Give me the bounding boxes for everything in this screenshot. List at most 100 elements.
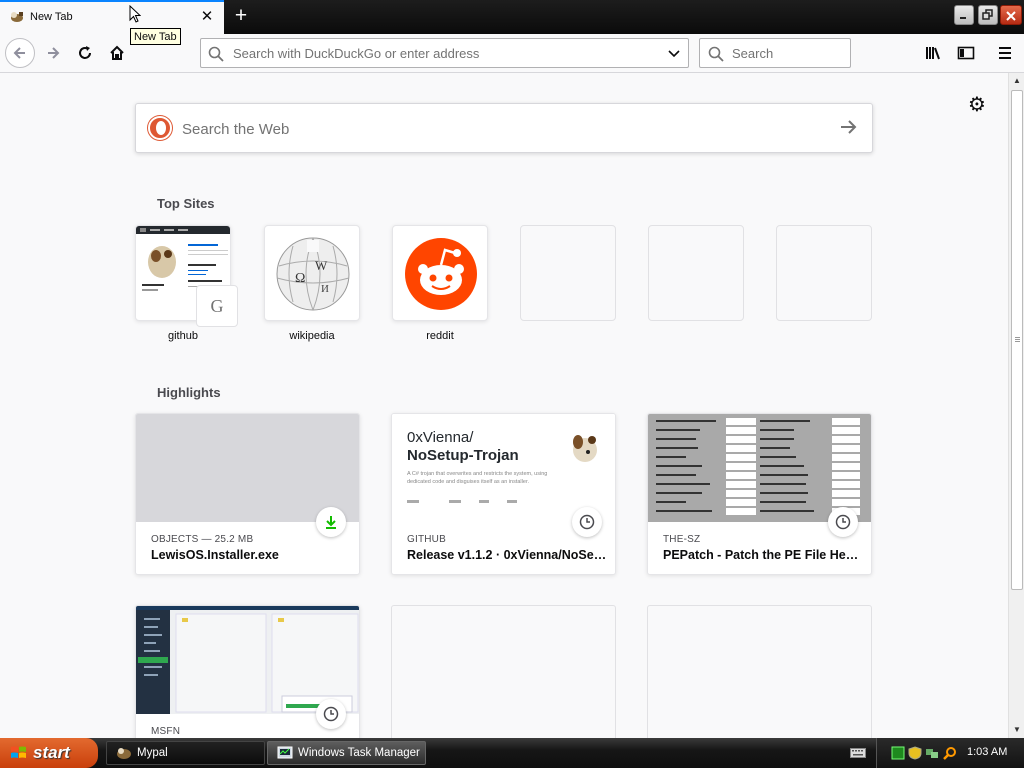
new-tab-page: ⚙ Top Sites G github Ω W И wikipedia: [0, 73, 1008, 738]
home-icon: [110, 45, 124, 60]
library-button[interactable]: [919, 38, 949, 68]
new-tab-button[interactable]: +: [229, 4, 253, 28]
dog-avatar-icon: [573, 435, 597, 462]
top-site-empty[interactable]: [776, 225, 872, 321]
tab-title: New Tab: [30, 11, 73, 23]
highlight-title: Release v1.1.2 · 0xVienna/NoSetup-Trojan: [407, 548, 607, 562]
web-search-box[interactable]: [135, 103, 873, 153]
clock[interactable]: 1:03 AM: [967, 746, 1007, 758]
taskbar-item-mypal[interactable]: Mypal: [106, 741, 265, 765]
top-site-wikipedia[interactable]: Ω W И: [264, 225, 360, 321]
highlight-title: PEPatch - Patch the PE File Headers: [663, 548, 863, 562]
window-close-button[interactable]: [1000, 5, 1022, 25]
menu-button[interactable]: [990, 38, 1020, 68]
restore-button[interactable]: [978, 5, 998, 25]
gear-icon[interactable]: ⚙: [966, 94, 988, 116]
tab-tooltip: New Tab: [130, 28, 181, 45]
back-arrow-icon: [13, 47, 25, 59]
highlight-title: LewisOS.Installer.exe: [151, 548, 279, 562]
taskbar-item-label: Windows Task Manager: [298, 747, 420, 759]
highlight-card[interactable]: MSFN: [135, 605, 360, 738]
vertical-scrollbar[interactable]: ▲ ▼: [1008, 73, 1024, 738]
task-manager-icon: [277, 746, 293, 759]
forward-arrow-icon: [48, 47, 60, 59]
top-site-empty[interactable]: [520, 225, 616, 321]
highlight-card-empty: [647, 605, 872, 738]
clock-icon: [316, 699, 346, 729]
dog-favicon-icon: [11, 12, 23, 22]
highlight-card[interactable]: 0xVienna/ NoSetup-Trojan A C# trojan tha…: [391, 413, 616, 575]
highlight-thumbnail: 0xVienna/ NoSetup-Trojan A C# trojan tha…: [392, 414, 615, 522]
address-bar[interactable]: [200, 38, 689, 68]
highlight-card[interactable]: OBJECTS — 25.2 MB LewisOS.Installer.exe: [135, 413, 360, 575]
svg-text:W: W: [315, 258, 328, 273]
web-search-input[interactable]: [182, 119, 802, 139]
duckduckgo-logo-icon: [148, 116, 172, 140]
download-icon: [316, 507, 346, 537]
thumbnail-repo-description: A C# trojan that overwrites and restrict…: [407, 471, 548, 485]
search-icon: [208, 46, 224, 62]
thumbnail-stats: [407, 500, 517, 503]
start-button[interactable]: start: [0, 738, 98, 768]
top-sites-heading: Top Sites: [157, 196, 215, 211]
reload-button[interactable]: [70, 38, 100, 68]
highlight-card[interactable]: THE-SZ PEPatch - Patch the PE File Heade…: [647, 413, 872, 575]
search-input[interactable]: [732, 44, 842, 62]
home-button[interactable]: [102, 38, 132, 68]
search-icon: [708, 46, 724, 62]
reddit-logo-icon: [405, 238, 477, 310]
thumbnail-repo-owner: 0xVienna/: [407, 429, 474, 446]
mouse-cursor-icon: [129, 5, 141, 23]
highlight-context: GITHUB: [407, 534, 446, 545]
back-button[interactable]: [5, 38, 35, 68]
sidebar-icon: [957, 46, 975, 60]
sidebar-button[interactable]: [951, 38, 981, 68]
dog-app-icon: [117, 748, 131, 759]
start-label: start: [33, 743, 70, 762]
windows-logo-icon: [11, 746, 26, 758]
network-icon[interactable]: [925, 746, 939, 760]
scroll-down-icon[interactable]: ▼: [1009, 722, 1024, 738]
top-site-label-reddit: reddit: [426, 330, 454, 342]
highlights-heading: Highlights: [157, 385, 221, 400]
chevron-down-icon[interactable]: [667, 46, 681, 60]
top-site-empty[interactable]: [648, 225, 744, 321]
hamburger-menu-icon: [999, 47, 1011, 59]
clock-icon: [572, 507, 602, 537]
shield-icon[interactable]: [908, 746, 922, 760]
top-site-label-wikipedia: wikipedia: [289, 330, 335, 342]
thumbnail-repo-name: NoSetup-Trojan: [407, 447, 519, 464]
clock-icon: [828, 507, 858, 537]
highlight-context: THE-SZ: [663, 534, 701, 545]
keyboard-icon[interactable]: [850, 748, 866, 758]
highlight-card-empty: [391, 605, 616, 738]
svg-text:И: И: [321, 283, 329, 295]
highlight-context: MSFN: [151, 726, 181, 737]
top-site-label-github: github: [168, 330, 198, 342]
address-input[interactable]: [233, 44, 653, 62]
tab-close-icon[interactable]: ✕: [198, 8, 216, 26]
highlight-context: OBJECTS — 25.2 MB: [151, 534, 254, 545]
highlight-thumbnail: [136, 414, 359, 522]
minimize-button[interactable]: [954, 5, 974, 25]
msfn-app-thumbnail: [136, 606, 359, 714]
svg-text:Ω: Ω: [295, 271, 305, 286]
github-fallback-badge: G: [196, 285, 238, 327]
system-tray: 1:03 AM: [876, 738, 1024, 768]
search-tray-icon[interactable]: [943, 746, 957, 760]
scroll-up-icon[interactable]: ▲: [1009, 73, 1024, 89]
top-site-reddit[interactable]: [392, 225, 488, 321]
tab-new-tab[interactable]: New Tab ✕: [0, 0, 224, 34]
wikipedia-globe-icon: Ω W И: [276, 237, 350, 311]
taskbar-item-label: Mypal: [137, 747, 168, 759]
taskbar-item-task-manager[interactable]: Windows Task Manager: [267, 741, 426, 765]
search-bar[interactable]: [699, 38, 851, 68]
reload-icon: [79, 46, 91, 59]
scrollbar-thumb[interactable]: [1011, 90, 1023, 590]
library-icon: [926, 47, 940, 60]
arrow-right-icon[interactable]: [838, 117, 858, 137]
taskbar: start Mypal Windows Task Manager 1:03 AM: [0, 738, 1024, 768]
forward-button[interactable]: [38, 38, 68, 68]
pe-header-table-thumbnail: [648, 414, 871, 522]
tray-app-icon[interactable]: [891, 746, 905, 760]
